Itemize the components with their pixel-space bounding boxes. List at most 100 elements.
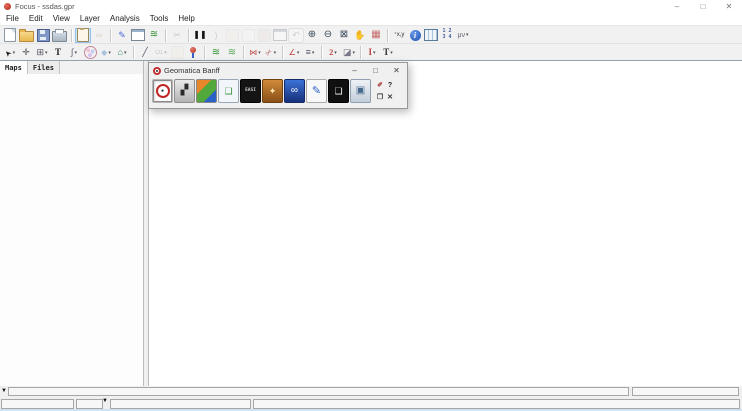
- maps-panel: MapsFiles: [0, 61, 144, 386]
- banff-small-icons: ✐?❐✕: [375, 79, 395, 103]
- zoom-raster-button[interactable]: ▦: [368, 28, 384, 43]
- link-button[interactable]: ∞: [91, 28, 107, 43]
- banff-maximize-button[interactable]: □: [365, 64, 386, 77]
- open-button[interactable]: [18, 28, 35, 43]
- select-tool-button[interactable]: ➤▾: [2, 45, 18, 60]
- curve-button[interactable]: ): [208, 28, 224, 43]
- sep: [71, 29, 72, 42]
- tab-files[interactable]: Files: [28, 61, 60, 74]
- modeler-app-icon[interactable]: ❏: [218, 79, 239, 103]
- menu-edit[interactable]: Edit: [24, 13, 48, 25]
- maximize-button[interactable]: □: [690, 0, 716, 13]
- text-tool-button[interactable]: T: [50, 45, 66, 60]
- sketch-tool-button-dropdown[interactable]: ▾: [74, 50, 77, 56]
- line-tool-button[interactable]: ╱: [137, 45, 153, 60]
- algo-librarian-app-icon[interactable]: ✦: [262, 79, 283, 103]
- info-button[interactable]: i: [407, 28, 423, 43]
- style-picker-button[interactable]: ◆▾: [98, 45, 114, 60]
- fly-map-app-icon[interactable]: [196, 79, 217, 103]
- tab-maps[interactable]: Maps: [0, 61, 28, 74]
- print-button[interactable]: [51, 28, 68, 43]
- import-data-button[interactable]: ⌂▾: [114, 45, 130, 60]
- close-button[interactable]: ✕: [716, 0, 742, 13]
- cut-button[interactable]: ✂: [169, 28, 185, 43]
- banff-window-icon[interactable]: ❐: [375, 91, 385, 103]
- title-bar[interactable]: Focus - ssdas.gpr –□✕: [0, 0, 742, 13]
- window-gray-button[interactable]: [272, 28, 288, 43]
- numeric-display-button[interactable]: 1 2 3 4: [439, 28, 455, 43]
- text-style-button[interactable]: I▾: [364, 45, 380, 60]
- vector-tools-button[interactable]: μν▾: [455, 28, 471, 43]
- swatch-tool-button[interactable]: [169, 45, 185, 60]
- measure-tool-button-dropdown[interactable]: ▾: [258, 50, 261, 56]
- paste-clipboard-button[interactable]: [75, 28, 91, 43]
- new-window-button[interactable]: [130, 28, 146, 43]
- pin-tool-button[interactable]: [185, 45, 201, 60]
- brush-app-icon[interactable]: ✎: [306, 79, 327, 103]
- zoom-out-button[interactable]: ⊖: [320, 28, 336, 43]
- sketch-tool-button[interactable]: ∫▾: [66, 45, 82, 60]
- attribute-table-button[interactable]: [423, 28, 439, 43]
- menu-help[interactable]: Help: [173, 13, 199, 25]
- palette-2-button[interactable]: [240, 28, 256, 43]
- easi-app-icon[interactable]: EASI: [240, 79, 261, 103]
- viewer-app-icon[interactable]: ∞: [284, 79, 305, 103]
- palette-1-button[interactable]: [224, 28, 240, 43]
- globe-tool-button[interactable]: [82, 45, 98, 60]
- fill-style-button-dropdown[interactable]: ▾: [353, 50, 356, 56]
- banff-edit-icon[interactable]: ✐: [375, 79, 385, 91]
- shape-tools-button-dropdown[interactable]: ▾: [164, 50, 167, 56]
- shape-tools-button[interactable]: O1▾: [153, 45, 169, 60]
- angle-style-button-dropdown[interactable]: ▾: [297, 50, 300, 56]
- window-controls: –□✕: [664, 0, 742, 13]
- line-style-button[interactable]: ≡▾: [302, 45, 318, 60]
- menu-view[interactable]: View: [48, 13, 75, 25]
- menu-file[interactable]: File: [1, 13, 24, 25]
- layers-button[interactable]: ≋: [146, 28, 162, 43]
- banff-minimize-button[interactable]: –: [344, 64, 365, 77]
- vector-tools-button-dropdown[interactable]: ▾: [466, 32, 469, 38]
- layer-view-button[interactable]: ≋: [208, 45, 224, 60]
- focus-app-icon[interactable]: ●: [152, 79, 173, 103]
- status-scroll-button[interactable]: ▼: [1, 388, 7, 394]
- edit-pencil-button[interactable]: ✎: [114, 28, 130, 43]
- status-dropdown-button[interactable]: ▼: [102, 398, 108, 404]
- pen-width-button-dropdown[interactable]: ▾: [334, 50, 337, 56]
- new-project-button[interactable]: [2, 28, 18, 43]
- font-style-button[interactable]: T▾: [380, 45, 396, 60]
- import-data-button-dropdown[interactable]: ▾: [124, 50, 127, 56]
- menu-analysis[interactable]: Analysis: [105, 13, 145, 25]
- menu-layer[interactable]: Layer: [75, 13, 105, 25]
- layer-add-button[interactable]: ≋: [224, 45, 240, 60]
- zoom-in-button[interactable]: ⊕: [304, 28, 320, 43]
- menu-tools[interactable]: Tools: [145, 13, 174, 25]
- clip-tool-button[interactable]: ✂▾: [263, 45, 279, 60]
- pen-width-button[interactable]: 2▾: [325, 45, 341, 60]
- pan-hand-button[interactable]: ✋: [352, 28, 368, 43]
- orthoengine-app-icon[interactable]: ▞: [174, 79, 195, 103]
- text-style-button-dropdown[interactable]: ▾: [373, 50, 376, 56]
- save-button[interactable]: [35, 28, 51, 43]
- fill-style-button[interactable]: ◪▾: [341, 45, 357, 60]
- coordinates-button[interactable]: ⁺x,y: [391, 28, 407, 43]
- banff-close-button[interactable]: ✕: [386, 64, 407, 77]
- devices-app-icon[interactable]: ▣: [350, 79, 371, 103]
- palette-3-button[interactable]: [256, 28, 272, 43]
- measure-tool-button[interactable]: ⋈▾: [247, 45, 263, 60]
- undo-button[interactable]: ↶: [288, 28, 304, 43]
- snap-grid-button[interactable]: ⊞▾: [34, 45, 50, 60]
- minimize-button[interactable]: –: [664, 0, 690, 13]
- clip-frame-app-icon[interactable]: ❏: [328, 79, 349, 103]
- banff-help-icon[interactable]: ?: [385, 79, 395, 91]
- zoom-reset-button[interactable]: ⊠: [336, 28, 352, 43]
- style-picker-button-dropdown[interactable]: ▾: [108, 50, 111, 56]
- line-style-button-dropdown[interactable]: ▾: [312, 50, 315, 56]
- font-style-button-dropdown[interactable]: ▾: [390, 50, 393, 56]
- angle-style-button[interactable]: ∠▾: [286, 45, 302, 60]
- snap-grid-button-dropdown[interactable]: ▾: [45, 50, 48, 56]
- banff-title-bar[interactable]: Geomatica Banff –□✕: [149, 63, 407, 78]
- map-canvas[interactable]: [148, 61, 742, 386]
- banff-close-icon[interactable]: ✕: [385, 91, 395, 103]
- vertex-edit-tool-button[interactable]: ✛: [18, 45, 34, 60]
- paintbrush-black-button[interactable]: ❚❚: [192, 28, 208, 43]
